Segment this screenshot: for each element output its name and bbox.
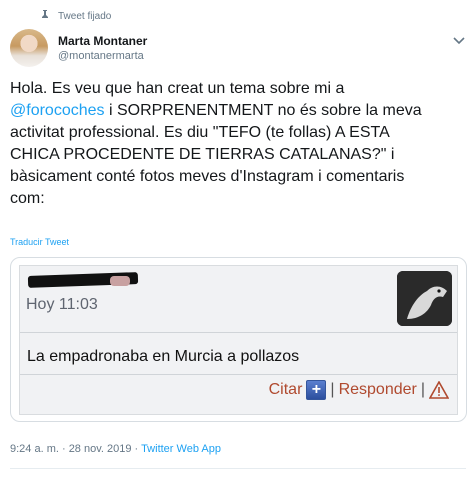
redacted-mark (110, 276, 130, 286)
action-separator: | (330, 381, 335, 398)
source-app-link[interactable]: Twitter Web App (141, 443, 221, 455)
post-time: Hoy 11:03 (26, 296, 98, 313)
horse-avatar-icon (397, 271, 452, 326)
pinned-label: Tweet fijado (58, 10, 112, 22)
post-text: La empadronaba en Murcia a pollazos (27, 348, 300, 365)
post-divider (20, 332, 457, 333)
avatar[interactable] (10, 29, 48, 67)
forum-post: Hoy 11:03 La empadronaba en Murcia a pol… (19, 265, 458, 415)
post-divider (20, 374, 457, 375)
tweet-timestamp[interactable]: 9:24 a. m. · 28 nov. 2019 · (10, 443, 141, 455)
action-separator: | (420, 381, 425, 398)
warning-triangle-icon (429, 381, 449, 399)
chevron-down-icon[interactable] (453, 37, 465, 45)
mention-link[interactable]: @forocoches (10, 102, 105, 119)
tweet-meta: 9:24 a. m. · 28 nov. 2019 · Twitter Web … (10, 443, 221, 455)
tweet-text: Hola. Es veu que han creat un tema sobre… (10, 78, 465, 210)
divider (10, 468, 466, 469)
pinned-indicator: Tweet fijado (40, 10, 111, 22)
pin-icon (42, 10, 48, 22)
quote-link: Citar (268, 381, 303, 398)
author-name[interactable]: Marta Montaner (58, 34, 147, 48)
attached-image[interactable]: Hoy 11:03 La empadronaba en Murcia a pol… (10, 257, 467, 422)
post-actions: Citar + | Responder | (269, 380, 449, 400)
translate-tweet-link[interactable]: Traducir Tweet (10, 237, 69, 247)
post-avatar (397, 271, 452, 326)
reply-link: Responder (338, 381, 417, 398)
tweet-text-part-1: Hola. Es veu que han creat un tema sobre… (10, 80, 345, 97)
author-handle[interactable]: @montanermarta (58, 50, 144, 62)
quote-plus-icon: + (306, 380, 327, 400)
